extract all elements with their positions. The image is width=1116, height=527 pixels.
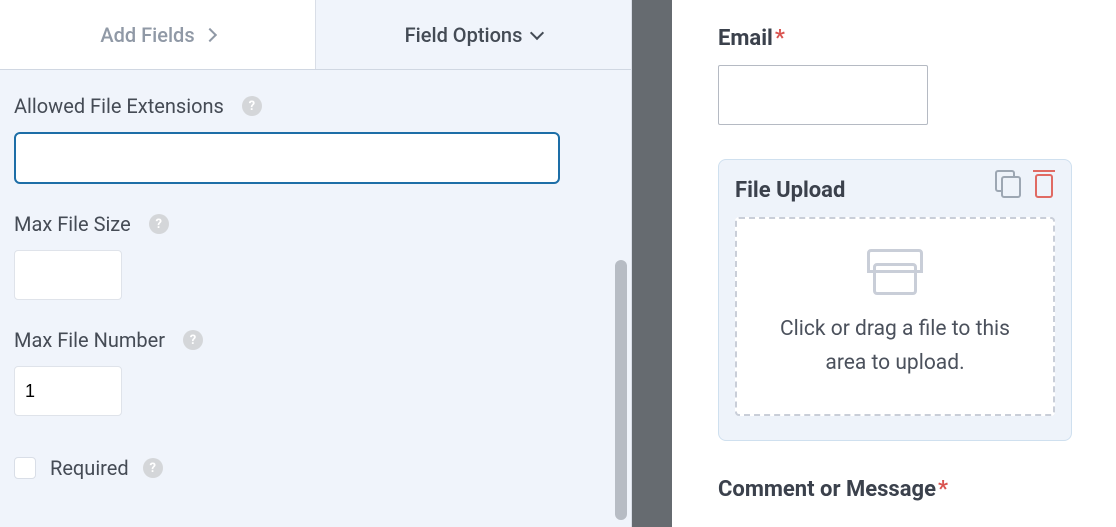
required-label: Required <box>50 456 129 480</box>
email-input-preview[interactable] <box>718 65 928 125</box>
field-options-panel: Add Fields Field Options Allowed File Ex… <box>0 0 632 527</box>
email-field-label: Email* <box>718 26 1092 51</box>
file-dropzone[interactable]: Click or drag a file to this area to upl… <box>735 217 1055 416</box>
duplicate-icon[interactable] <box>995 170 1021 196</box>
comment-label-text: Comment or Message <box>718 477 936 502</box>
dropzone-text: Click or drag a file to this area to upl… <box>757 313 1033 380</box>
scrollbar-thumb[interactable] <box>615 260 627 520</box>
file-upload-field[interactable]: File Upload Click or drag a file to this… <box>718 159 1072 441</box>
chevron-down-icon <box>530 25 544 39</box>
allowed-extensions-label: Allowed File Extensions <box>14 94 224 118</box>
help-icon[interactable]: ? <box>183 330 203 350</box>
chevron-right-icon <box>203 27 217 41</box>
panel-tabs: Add Fields Field Options <box>0 0 631 70</box>
inbox-icon <box>867 249 923 295</box>
tab-add-fields-label: Add Fields <box>100 23 194 47</box>
max-file-number-input[interactable] <box>14 366 122 416</box>
tab-add-fields[interactable]: Add Fields <box>0 0 316 69</box>
panel-body: Allowed File Extensions ? Max File Size … <box>0 70 631 480</box>
help-icon[interactable]: ? <box>143 458 163 478</box>
required-checkbox[interactable] <box>14 457 36 479</box>
max-file-number-label: Max File Number <box>14 328 165 352</box>
field-toolbar <box>995 168 1057 198</box>
comment-field-label: Comment or Message* <box>718 477 1092 502</box>
panel-gutter <box>632 0 672 527</box>
required-row: Required ? <box>14 456 617 480</box>
required-asterisk: * <box>938 477 948 502</box>
max-file-size-row: Max File Size ? <box>14 212 617 300</box>
max-file-number-row: Max File Number ? <box>14 328 617 416</box>
help-icon[interactable]: ? <box>242 96 262 116</box>
form-preview: Email* File Upload Click or drag a file … <box>672 0 1116 527</box>
tab-field-options-label: Field Options <box>405 23 523 47</box>
email-label-text: Email <box>718 26 773 51</box>
max-file-size-input[interactable] <box>14 250 122 300</box>
help-icon[interactable]: ? <box>149 214 169 234</box>
max-file-size-label: Max File Size <box>14 212 131 236</box>
allowed-extensions-row: Allowed File Extensions ? <box>14 94 617 184</box>
required-asterisk: * <box>775 26 785 51</box>
trash-icon[interactable] <box>1031 168 1057 198</box>
tab-field-options[interactable]: Field Options <box>316 0 631 69</box>
allowed-extensions-input[interactable] <box>14 132 560 184</box>
